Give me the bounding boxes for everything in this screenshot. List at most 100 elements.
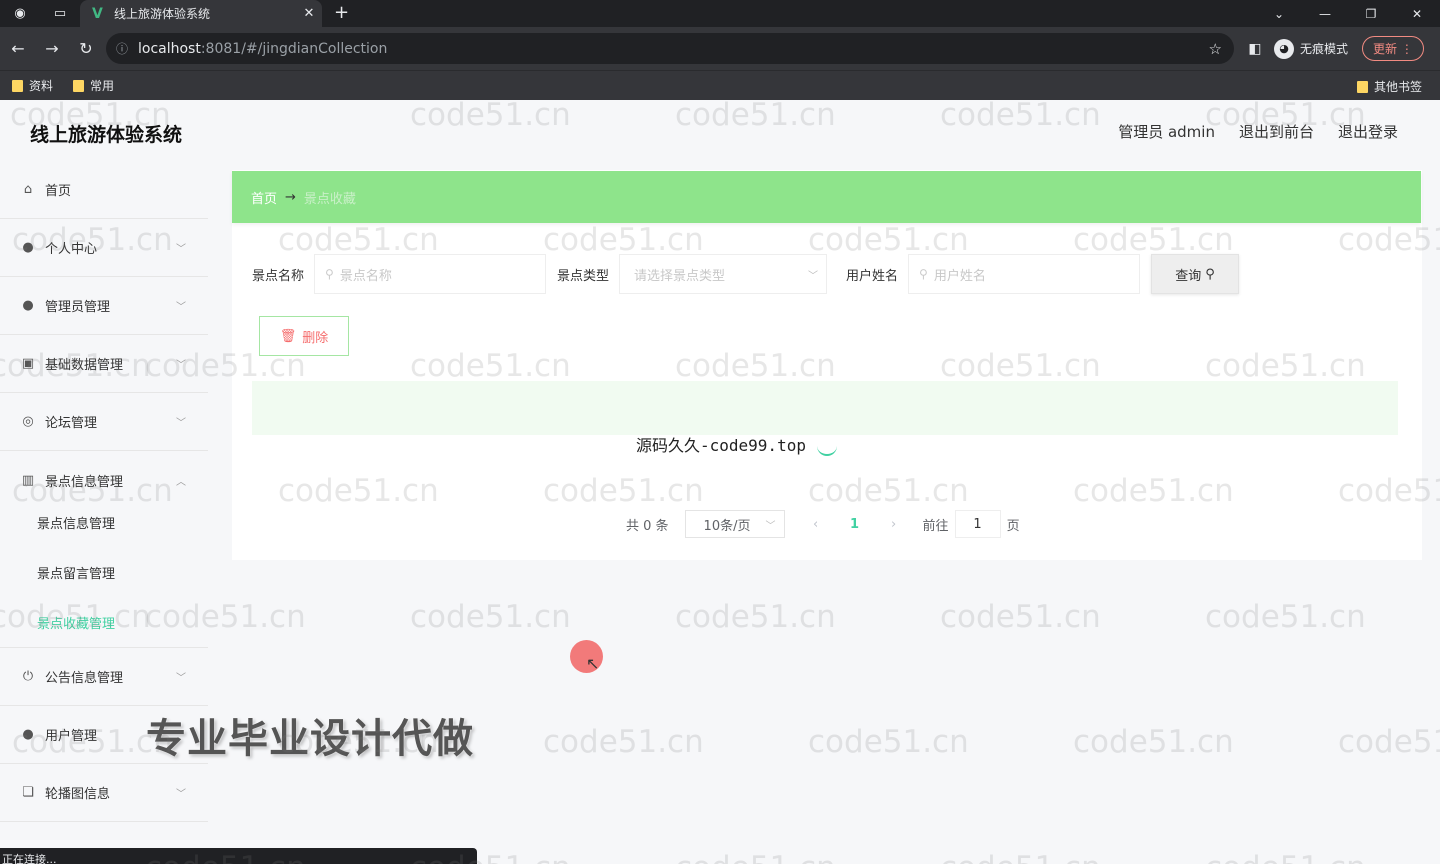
app-title: 线上旅游体验系统 xyxy=(30,124,183,146)
sidebar-item-home[interactable]: ⌂ 首页 xyxy=(0,161,208,219)
chevron-down-icon: ﹀ xyxy=(176,244,186,255)
power-icon: ⏻ xyxy=(22,669,34,684)
forum-icon: ◎ xyxy=(22,414,34,429)
forward-icon[interactable]: → xyxy=(36,33,68,65)
incognito-profile[interactable]: ◕ 无痕模式 xyxy=(1274,38,1349,59)
window-controls: ⌄ — ❐ ✕ xyxy=(1256,0,1440,27)
folder-icon xyxy=(1356,80,1368,93)
admin-icon: ● xyxy=(22,298,34,313)
back-to-front-link[interactable]: 退出到前台 xyxy=(1239,121,1314,142)
browser-tab[interactable]: V 线上旅游体验系统 ✕ xyxy=(80,0,322,27)
restore-icon[interactable]: ❐ xyxy=(1348,0,1394,27)
update-label: 更新 xyxy=(1373,42,1398,56)
next-page-icon[interactable]: › xyxy=(875,517,913,532)
sidebar-item-basedata[interactable]: ▣ 基础数据管理 ﹀ xyxy=(0,335,208,393)
page-size-value: 10条/页 xyxy=(703,518,751,534)
chevron-down-icon: ﹀ xyxy=(765,520,776,532)
watermark-text: code51.cn xyxy=(675,599,836,635)
tab-title: 线上旅游体验系统 xyxy=(114,7,211,21)
back-icon[interactable]: ← xyxy=(2,33,34,65)
browser-menu-icon[interactable]: ◉ xyxy=(0,0,40,27)
bookmark-label: 常用 xyxy=(90,79,115,93)
watermark-text: code51.cn xyxy=(940,599,1101,635)
new-tab-icon[interactable]: + xyxy=(334,2,349,23)
minimize-icon[interactable]: — xyxy=(1302,0,1348,27)
query-button[interactable]: 查询 ⚲ xyxy=(1151,254,1240,294)
sidebar-item-label: 首页 xyxy=(45,184,72,199)
bookmarks-bar: 资料 常用 其他书签 xyxy=(0,70,1440,100)
watermark-text: code51.cn xyxy=(543,724,704,760)
scenic-type-placeholder: 请选择景点类型 xyxy=(634,268,726,284)
copy-icon: ❏ xyxy=(22,785,34,800)
breadcrumb-current: 景点收藏 xyxy=(303,191,356,207)
goto-label: 前往 xyxy=(922,518,949,534)
pagination: 共 0 条 10条/页 ﹀ ‹ 1 › 前往 1 页 xyxy=(626,510,1020,538)
sidebar-item-profile[interactable]: ● 个人中心 ﹀ xyxy=(0,219,208,277)
delete-button[interactable]: 🗑 删除 xyxy=(259,316,349,356)
chevron-down-icon: ﹀ xyxy=(808,270,819,282)
delete-label: 删除 xyxy=(302,330,329,346)
search-form: 景点名称 ⚲ 景点名称 景点类型 请选择景点类型 ﹀ 用户姓名 ⚲ 用户姓名 查… xyxy=(252,254,1240,294)
sidebar-item-label: 个人中心 xyxy=(45,242,98,257)
tab-list-icon[interactable]: ⌄ xyxy=(1256,0,1302,27)
scenic-name-label: 景点名称 xyxy=(252,268,305,284)
breadcrumb-home[interactable]: 首页 xyxy=(251,188,277,207)
sidebar-item-admin[interactable]: ● 管理员管理 ﹀ xyxy=(0,277,208,335)
site-info-icon[interactable]: ⓘ xyxy=(116,40,138,57)
page-size-select[interactable]: 10条/页 ﹀ xyxy=(684,510,785,538)
close-window-icon[interactable]: ✕ xyxy=(1394,0,1440,27)
logout-link[interactable]: 退出登录 xyxy=(1338,121,1398,142)
sidebar-item-label: 管理员管理 xyxy=(45,300,111,315)
scenic-name-input[interactable]: ⚲ 景点名称 xyxy=(314,254,547,294)
close-tab-icon[interactable]: ✕ xyxy=(296,6,322,21)
sidebar-item-carousel[interactable]: ❏ 轮播图信息 ﹀ xyxy=(0,764,208,822)
home-icon: ⌂ xyxy=(23,182,33,197)
scenic-type-select[interactable]: 请选择景点类型 ﹀ xyxy=(619,254,828,294)
bookmark-folder[interactable]: 资料 xyxy=(12,77,53,94)
goto-page-input[interactable]: 1 xyxy=(954,510,1001,538)
bookmark-folder[interactable]: 常用 xyxy=(73,77,114,94)
chevron-up-icon: ︿ xyxy=(176,476,186,488)
folder-icon xyxy=(73,79,85,92)
sidebar-group-scenic: ▥ 景点信息管理 ︿ 景点信息管理 景点留言管理 景点收藏管理 xyxy=(0,451,208,648)
sidebar-item-label: 用户管理 xyxy=(45,729,98,744)
sidebar-item-label: 公告信息管理 xyxy=(45,671,124,686)
scenic-type-label: 景点类型 xyxy=(557,268,610,284)
breadcrumb-arrow: → xyxy=(285,189,296,205)
tab-search-icon[interactable]: ▭ xyxy=(40,0,80,27)
bookmark-star-icon[interactable]: ☆ xyxy=(1209,40,1222,58)
sidebar-item-label: 论坛管理 xyxy=(45,416,98,431)
sidebar-item-forum[interactable]: ◎ 论坛管理 ﹀ xyxy=(0,393,208,451)
sidebar-item-scenic[interactable]: ▥ 景点信息管理 ︿ xyxy=(0,451,208,509)
sidebar-item-notice[interactable]: ⏻ 公告信息管理 ﹀ xyxy=(0,648,208,706)
chevron-down-icon: ﹀ xyxy=(176,360,186,371)
reload-icon[interactable]: ↻ xyxy=(70,33,102,65)
page-suffix: 页 xyxy=(1006,518,1020,534)
sidebar-subitem-scenic-collection[interactable]: 景点收藏管理 xyxy=(0,597,208,647)
address-bar[interactable]: ⓘ localhost :8081/#/jingdianCollection ☆ xyxy=(106,33,1234,64)
update-button[interactable]: 更新 ⋮ xyxy=(1362,36,1424,61)
search-icon: ⚲ xyxy=(325,267,334,281)
bookmark-label: 资料 xyxy=(29,79,54,93)
sidebar-item-label: 景点信息管理 xyxy=(45,474,124,490)
chevron-down-icon: ﹀ xyxy=(176,302,186,313)
search-icon: ⚲ xyxy=(919,267,928,281)
scenic-name-placeholder: 景点名称 xyxy=(339,268,392,284)
other-bookmarks[interactable]: 其他书签 xyxy=(1356,78,1422,95)
user-name-placeholder: 用户姓名 xyxy=(933,268,986,284)
side-panel-icon[interactable]: ◧ xyxy=(1244,41,1266,57)
sidebar-item-label: 轮播图信息 xyxy=(45,787,111,802)
incognito-label: 无痕模式 xyxy=(1300,42,1349,56)
prev-page-icon[interactable]: ‹ xyxy=(797,517,835,532)
user-name-input[interactable]: ⚲ 用户姓名 xyxy=(908,254,1141,294)
search-icon: ⚲ xyxy=(1205,266,1215,282)
watermark-text: code51.cn xyxy=(808,724,969,760)
current-page[interactable]: 1 xyxy=(835,517,875,532)
url-path: :8081/#/jingdianCollection xyxy=(200,40,388,57)
watermark-text: code51.cn xyxy=(1338,724,1440,760)
vue-logo-icon: V xyxy=(92,5,103,22)
watermark-text: code51.cn xyxy=(1073,724,1234,760)
sidebar-subitem-scenic-message[interactable]: 景点留言管理 xyxy=(0,547,208,597)
watermark-text: code51.cn xyxy=(940,850,1101,864)
content-card xyxy=(232,170,1422,560)
